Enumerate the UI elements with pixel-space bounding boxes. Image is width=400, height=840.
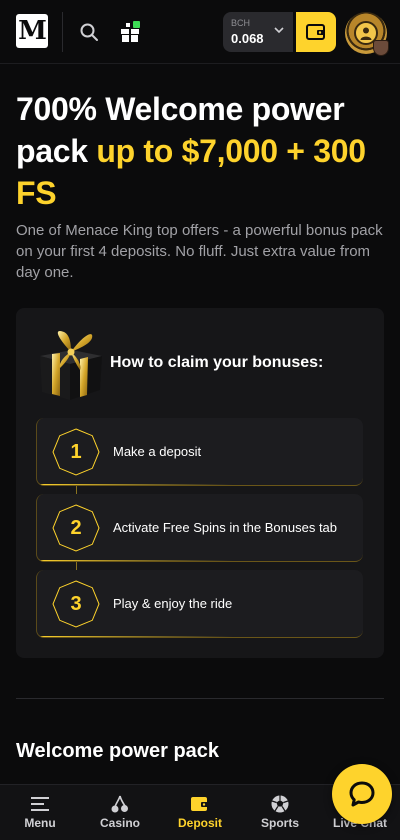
wallet-icon <box>306 24 325 40</box>
nav-label: Deposit <box>177 816 222 830</box>
gift-box-icon <box>40 330 102 400</box>
claim-step: 3 Play & enjoy the ride <box>36 570 363 638</box>
nav-label: Casino <box>99 816 140 830</box>
claim-title: How to claim your bonuses: <box>110 354 324 371</box>
site-logo[interactable]: M <box>16 14 48 48</box>
live-chat-button[interactable] <box>332 764 392 824</box>
promotions-button[interactable] <box>116 18 144 46</box>
wallet-button[interactable] <box>296 12 336 52</box>
page-title: 700% Welcome power pack up to $7,000 + 3… <box>16 88 386 214</box>
soccer-ball-icon <box>271 795 289 813</box>
step-number-badge: 3 <box>51 579 101 629</box>
user-avatar[interactable] <box>345 12 389 56</box>
step-number: 2 <box>70 516 82 539</box>
step-label: Play & enjoy the ride <box>113 596 233 611</box>
section-title: Welcome power pack <box>16 740 220 762</box>
balance-amount: 0.068 <box>231 31 264 46</box>
chevron-down-icon <box>274 27 284 34</box>
step-label: Make a deposit <box>113 444 202 459</box>
nav-item-deposit[interactable]: Deposit <box>160 785 240 840</box>
menu-icon <box>31 797 49 811</box>
step-number-badge: 2 <box>51 503 101 553</box>
balance-currency: BCH <box>231 18 251 28</box>
section-divider <box>16 698 384 699</box>
step-number: 3 <box>70 592 82 615</box>
cherries-icon <box>111 795 128 813</box>
nav-item-menu[interactable]: Menu <box>0 785 80 840</box>
logo-text: M <box>18 16 47 46</box>
search-button[interactable] <box>75 18 103 46</box>
search-icon <box>80 23 98 41</box>
header-divider <box>62 12 63 52</box>
chat-icon <box>349 781 375 807</box>
nav-item-sports[interactable]: Sports <box>240 785 320 840</box>
claim-step: 1 Make a deposit <box>36 418 363 486</box>
rank-shield-icon <box>373 40 389 56</box>
nav-label: Menu <box>24 816 56 830</box>
step-label: Activate Free Spins in the Bonuses tab <box>113 520 338 535</box>
claim-step: 2 Activate Free Spins in the Bonuses tab <box>36 494 363 562</box>
nav-label: Sports <box>260 816 299 830</box>
wallet-icon <box>191 797 209 811</box>
balance-selector[interactable]: BCH 0.068 <box>223 12 293 52</box>
claim-bonus-card: How to claim your bonuses: 1 Make a depo… <box>16 308 384 658</box>
step-number: 1 <box>70 440 82 463</box>
hero-description: One of Menace King top offers - a powerf… <box>16 222 383 281</box>
step-number-badge: 1 <box>51 427 101 477</box>
top-header: M BCH 0.068 <box>0 0 400 64</box>
nav-item-casino[interactable]: Casino <box>80 785 160 840</box>
gift-icon <box>121 21 140 42</box>
